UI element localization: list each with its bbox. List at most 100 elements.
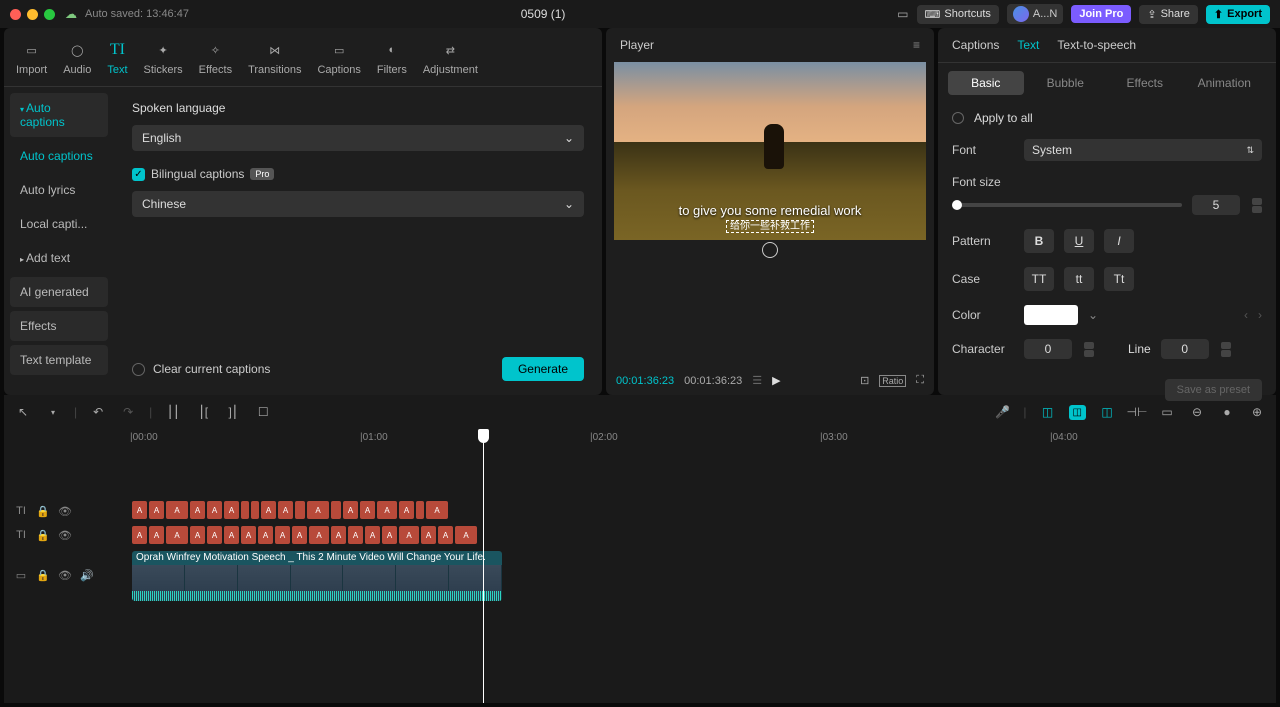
video-track-header[interactable]: ▭🔒👁🔊 — [4, 547, 112, 603]
line-stepper[interactable] — [1221, 342, 1231, 357]
shortcuts-button[interactable]: ⌨ Shortcuts — [917, 5, 999, 24]
split-right-tool[interactable]: ]⎮ — [224, 403, 242, 421]
maximize-window[interactable] — [44, 9, 55, 20]
subtab-basic[interactable]: Basic — [948, 71, 1024, 95]
magnet-center[interactable]: ◫ — [1069, 405, 1086, 420]
pointer-dropdown[interactable]: ▾ — [44, 403, 62, 421]
caption-settings: Spoken language English ⌄ ✓ Bilingual ca… — [114, 87, 602, 395]
join-pro-button[interactable]: Join Pro — [1071, 5, 1131, 23]
subtab-animation[interactable]: Animation — [1187, 71, 1263, 95]
video-track[interactable]: Oprah Winfrey Motivation Speech _ This 2… — [112, 549, 1276, 605]
magnet-right[interactable]: ◫ — [1098, 403, 1116, 421]
fontsize-value[interactable]: 5 — [1192, 195, 1240, 215]
apply-all-row[interactable]: Apply to all — [952, 111, 1262, 125]
layout-icon[interactable]: ▭ — [897, 7, 908, 21]
play-button[interactable]: ▶ — [772, 374, 780, 387]
tab-text[interactable]: Text — [1017, 38, 1039, 52]
share-button[interactable]: ⇪ Share — [1139, 5, 1198, 24]
zoom-out-icon[interactable]: ⊖ — [1188, 403, 1206, 421]
user-chip[interactable]: A...N — [1007, 4, 1063, 24]
tool-text[interactable]: TIText — [99, 36, 135, 86]
ratio-button[interactable]: Ratio — [879, 375, 906, 387]
nav-text-template[interactable]: Text template — [10, 345, 108, 375]
nav-add-text[interactable]: ▸Add text — [10, 243, 108, 273]
text-track-2-header[interactable]: TI🔒👁 — [4, 523, 112, 547]
align-tool[interactable]: ⊣⊢ — [1128, 403, 1146, 421]
list-icon[interactable]: ☰ — [752, 374, 762, 387]
tool-captions[interactable]: ▭Captions — [309, 36, 368, 86]
zoom-slider-icon[interactable]: ● — [1218, 403, 1236, 421]
fullscreen-icon[interactable]: ⛶ — [916, 374, 924, 387]
nav-auto-captions-header[interactable]: ▾Auto captions — [10, 93, 108, 137]
delete-tool[interactable]: ☐ — [254, 403, 272, 421]
bilingual-checkbox-row[interactable]: ✓ Bilingual captions Pro — [132, 167, 584, 181]
character-value[interactable]: 0 — [1024, 339, 1072, 359]
tab-tts[interactable]: Text-to-speech — [1057, 38, 1136, 52]
export-button[interactable]: ⬆ Export — [1206, 5, 1270, 24]
video-preview[interactable]: to give you some remedial work 给你一些补救工作 — [614, 62, 926, 240]
tool-effects[interactable]: ✧Effects — [191, 36, 240, 86]
lowercase-button[interactable]: tt — [1064, 267, 1094, 291]
playhead[interactable] — [483, 429, 484, 703]
zoom-in-icon[interactable]: ⊕ — [1248, 403, 1266, 421]
close-window[interactable] — [10, 9, 21, 20]
undo-button[interactable]: ↶ — [89, 403, 107, 421]
tool-adjustment[interactable]: ⇄Adjustment — [415, 36, 486, 86]
text-track-icon: TI — [14, 529, 28, 541]
nav-local-captions[interactable]: Local capti... — [10, 209, 108, 239]
transform-handle-icon[interactable] — [762, 242, 778, 258]
mic-icon[interactable]: 🎤 — [993, 403, 1011, 421]
timeline: ↖ ▾ | ↶ ↷ | ⎮⎮ ⎮[ ]⎮ ☐ 🎤 | ◫ ◫ ◫ ⊣⊢ ▭ ⊖ … — [0, 395, 1280, 703]
subtab-bubble[interactable]: Bubble — [1028, 71, 1104, 95]
minimize-window[interactable] — [27, 9, 38, 20]
line-label: Line — [1128, 342, 1151, 356]
timeline-tracks[interactable]: |00:00 |01:00 |02:00 |03:00 |04:00 AAAAA… — [112, 429, 1276, 703]
fontsize-stepper[interactable] — [1252, 198, 1262, 213]
underline-button[interactable]: U — [1064, 229, 1094, 253]
nav-auto-captions[interactable]: Auto captions — [10, 141, 108, 171]
menu-icon[interactable]: ≡ — [913, 38, 920, 52]
tab-captions[interactable]: Captions — [952, 38, 999, 52]
language-select[interactable]: English ⌄ — [132, 125, 584, 151]
magnet-left[interactable]: ◫ — [1039, 403, 1057, 421]
bold-button[interactable]: B — [1024, 229, 1054, 253]
tool-transitions[interactable]: ⋈Transitions — [240, 36, 309, 86]
split-left-tool[interactable]: ⎮[ — [194, 403, 212, 421]
chevron-down-icon[interactable]: ⌄ — [1088, 308, 1098, 322]
video-clip[interactable]: Oprah Winfrey Motivation Speech _ This 2… — [132, 551, 502, 601]
character-stepper[interactable] — [1084, 342, 1094, 357]
time-ruler[interactable]: |00:00 |01:00 |02:00 |03:00 |04:00 — [112, 429, 1276, 449]
text-track-1-header[interactable]: TI🔒👁 — [4, 499, 112, 523]
snap-tool[interactable]: ▭ — [1158, 403, 1176, 421]
text-track-2[interactable]: AAAAAAAAAAAAAAAAAAA — [112, 524, 1276, 548]
nav-ai-generated[interactable]: AI generated — [10, 277, 108, 307]
tool-stickers[interactable]: ✦Stickers — [136, 36, 191, 86]
font-label: Font — [952, 143, 1014, 157]
tool-filters[interactable]: ◐Filters — [369, 36, 415, 86]
nav-auto-lyrics[interactable]: Auto lyrics — [10, 175, 108, 205]
uppercase-button[interactable]: TT — [1024, 267, 1054, 291]
text-track-1[interactable]: AAAAAAAAAAAAAA — [112, 499, 1276, 523]
font-select[interactable]: System ⇅ — [1024, 139, 1262, 161]
subtab-effects[interactable]: Effects — [1107, 71, 1183, 95]
split-tool[interactable]: ⎮⎮ — [164, 403, 182, 421]
color-swatch[interactable] — [1024, 305, 1078, 325]
frame-icon[interactable]: ⊡ — [860, 374, 869, 387]
prev-arrow-icon[interactable]: ‹ — [1244, 308, 1248, 322]
italic-button[interactable]: I — [1104, 229, 1134, 253]
line-value[interactable]: 0 — [1161, 339, 1209, 359]
next-arrow-icon[interactable]: › — [1258, 308, 1262, 322]
clear-captions-row[interactable]: Clear current captions — [132, 362, 270, 376]
fontsize-slider[interactable] — [952, 203, 1182, 207]
nav-effects[interactable]: Effects — [10, 311, 108, 341]
pointer-tool[interactable]: ↖ — [14, 403, 32, 421]
save-preset-button[interactable]: Save as preset — [1165, 379, 1262, 401]
text-icon: TI — [107, 40, 127, 60]
bilingual-language-select[interactable]: Chinese ⌄ — [132, 191, 584, 217]
tool-audio[interactable]: ◯Audio — [55, 36, 99, 86]
generate-button[interactable]: Generate — [502, 357, 584, 381]
project-title: 0509 (1) — [521, 7, 566, 21]
redo-button[interactable]: ↷ — [119, 403, 137, 421]
titlecase-button[interactable]: Tt — [1104, 267, 1134, 291]
tool-import[interactable]: ▭Import — [8, 36, 55, 86]
